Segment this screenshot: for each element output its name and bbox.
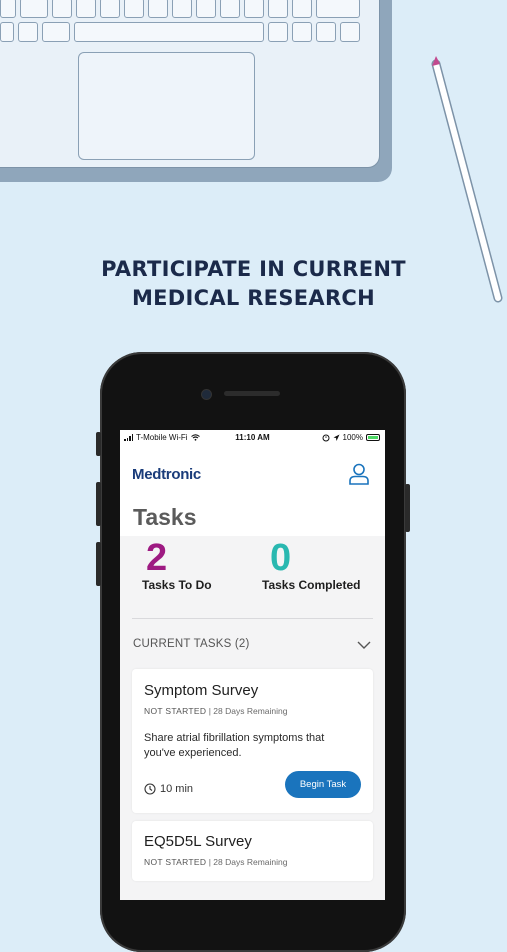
task-remaining: | 28 Days Remaining	[208, 706, 288, 716]
key	[316, 22, 336, 42]
phone-frame: T-Mobile Wi-Fi 11:10 AM 100% Medtronic T…	[96, 352, 410, 952]
chevron-down-icon	[357, 641, 371, 649]
tasks-completed-count: 0	[270, 537, 292, 579]
key	[20, 0, 48, 18]
task-duration-label: 10 min	[160, 783, 194, 795]
task-title: EQ5D5L Survey	[144, 833, 252, 850]
key	[220, 0, 240, 18]
key	[292, 0, 312, 18]
task-status-line: NOT STARTED | 28 Days Remaining	[144, 857, 287, 867]
spacebar-key	[74, 22, 264, 42]
key	[76, 0, 96, 18]
phone-volume-down-button	[96, 542, 101, 586]
task-card-eq5d5l-survey[interactable]: EQ5D5L Survey NOT STARTED | 28 Days Rema…	[132, 821, 373, 881]
task-duration: 10 min	[144, 783, 193, 795]
laptop-illustration	[0, 0, 380, 168]
key	[42, 22, 70, 42]
location-icon	[333, 434, 340, 441]
key	[0, 0, 16, 18]
key	[124, 0, 144, 18]
task-status-line: NOT STARTED | 28 Days Remaining	[144, 706, 287, 716]
begin-task-button[interactable]: Begin Task	[285, 771, 361, 798]
key	[292, 22, 312, 42]
app-header: Medtronic Tasks	[120, 444, 385, 536]
current-tasks-toggle[interactable]: CURRENT TASKS (2)	[132, 619, 373, 659]
phone-volume-up-button	[96, 482, 101, 526]
task-card-symptom-survey[interactable]: Symptom Survey NOT STARTED | 28 Days Rem…	[132, 669, 373, 813]
phone-camera	[201, 389, 212, 400]
phone-screen: T-Mobile Wi-Fi 11:10 AM 100% Medtronic T…	[120, 430, 385, 900]
medtronic-logo: Medtronic	[132, 466, 201, 483]
headline: PARTICIPATE IN CURRENT MEDICAL RESEARCH	[0, 255, 507, 313]
task-title: Symptom Survey	[144, 682, 259, 699]
key	[340, 22, 360, 42]
current-tasks-header: CURRENT TASKS (2)	[133, 638, 250, 650]
headline-line-2: MEDICAL RESEARCH	[131, 286, 376, 310]
key	[268, 22, 288, 42]
alarm-icon	[322, 434, 330, 441]
battery-icon	[366, 434, 380, 441]
task-stats: 2 Tasks To Do 0 Tasks Completed	[132, 536, 373, 619]
key	[172, 0, 192, 18]
tasks-to-do-count: 2	[146, 537, 168, 579]
battery-percent: 100%	[342, 433, 363, 442]
profile-icon[interactable]	[349, 463, 369, 485]
task-remaining: | 28 Days Remaining	[208, 857, 288, 867]
task-description: Share atrial fibrillation symptoms that …	[144, 732, 325, 759]
key	[316, 0, 360, 18]
key	[52, 0, 72, 18]
stat-tasks-completed: 0 Tasks Completed	[262, 536, 360, 592]
status-bar: T-Mobile Wi-Fi 11:10 AM 100%	[120, 430, 385, 444]
key	[100, 0, 120, 18]
key	[244, 0, 264, 18]
key	[0, 22, 14, 42]
clock-icon	[144, 783, 156, 795]
task-status: NOT STARTED	[144, 706, 207, 716]
phone-mute-button	[96, 432, 101, 456]
laptop-trackpad	[78, 52, 255, 160]
key	[268, 0, 288, 18]
stat-tasks-to-do: 2 Tasks To Do	[142, 536, 212, 592]
tasks-to-do-label: Tasks To Do	[142, 578, 212, 592]
phone-speaker	[224, 391, 280, 396]
tasks-completed-label: Tasks Completed	[262, 578, 361, 592]
key	[148, 0, 168, 18]
page-title: Tasks	[133, 504, 197, 530]
task-status: NOT STARTED	[144, 857, 207, 867]
key	[196, 0, 216, 18]
phone-power-button	[405, 484, 410, 532]
headline-line-1: PARTICIPATE IN CURRENT	[101, 257, 406, 281]
key	[18, 22, 38, 42]
